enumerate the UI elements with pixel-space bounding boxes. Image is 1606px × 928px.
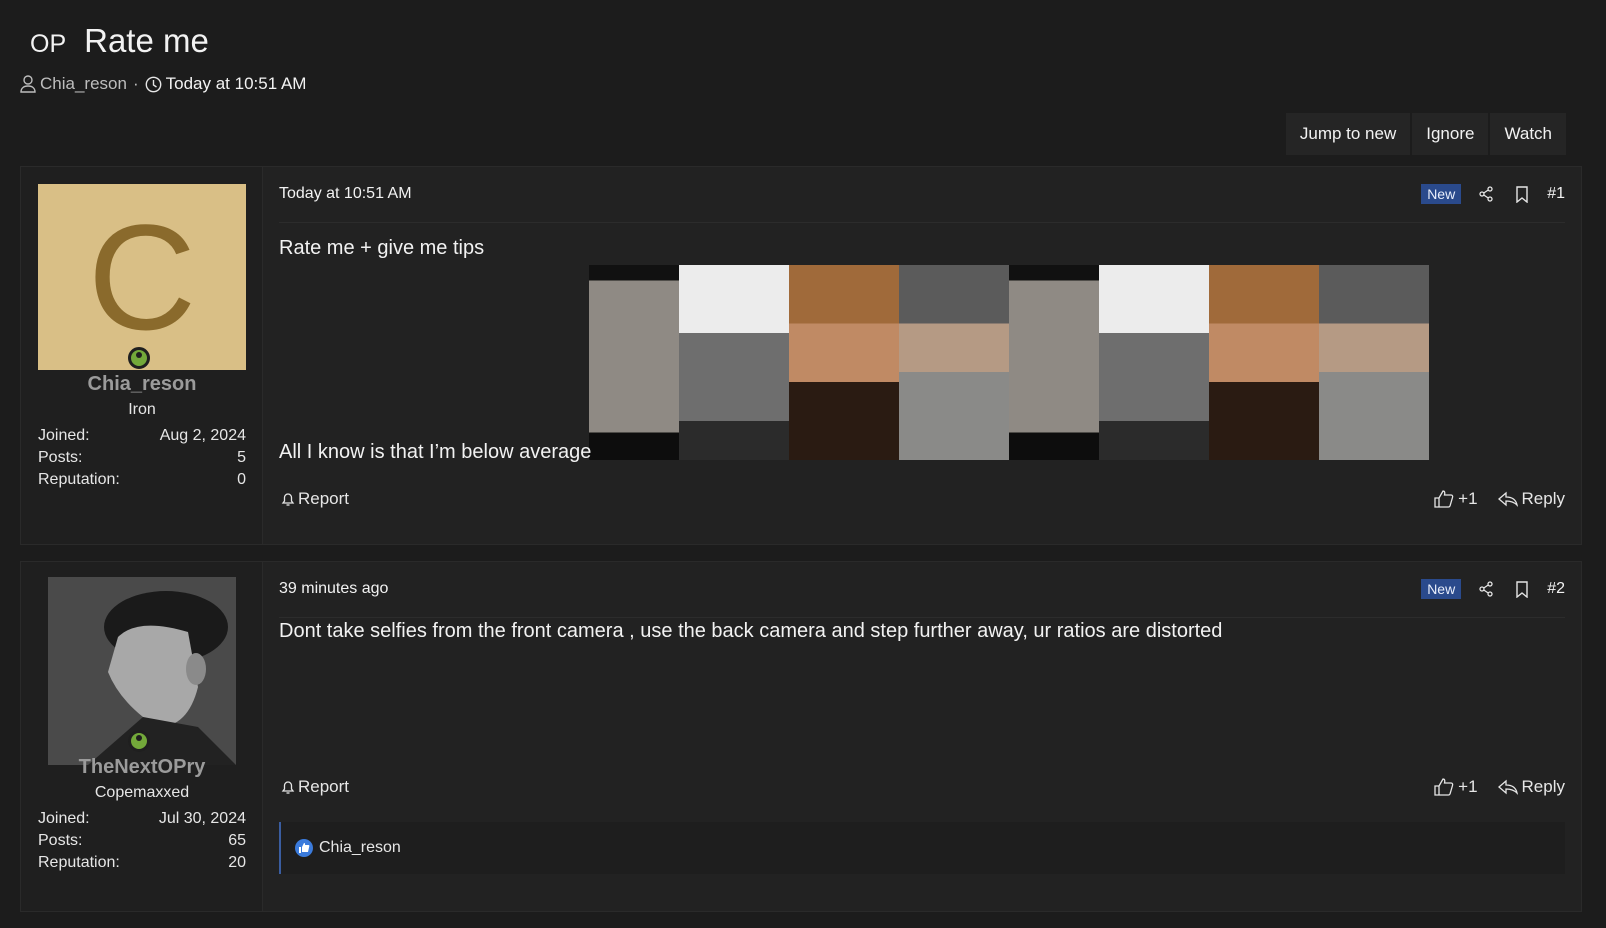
post-text-line-1: Rate me + give me tips: [279, 237, 485, 259]
stat-value: 0: [237, 471, 246, 488]
like-reaction-icon: [295, 839, 313, 857]
post-tools: New #1: [1421, 183, 1565, 205]
thread-prefix: OP: [30, 30, 67, 58]
post-footer-actions: +1 Reply: [1434, 489, 1565, 509]
like-count: +1: [1458, 777, 1478, 796]
post-main: 39 minutes ago New #2 Dont take selfies …: [263, 562, 1581, 911]
ignore-button[interactable]: Ignore: [1412, 113, 1489, 155]
post-image[interactable]: [589, 265, 679, 460]
stat-label: Joined:: [38, 427, 90, 444]
stat-label: Reputation:: [38, 854, 120, 871]
post-user-info: C Chia_reson Iron Joined: Aug 2, 2024 Po…: [21, 167, 263, 544]
post-image-strip[interactable]: [589, 265, 1429, 460]
thread-date[interactable]: Today at 10:51 AM: [166, 74, 307, 94]
stat-value: 65: [228, 832, 246, 849]
reply-label: Reply: [1521, 489, 1565, 508]
stat-label: Reputation:: [38, 471, 120, 488]
thread-author-link[interactable]: Chia_reson: [40, 74, 127, 94]
post-user-info: TheNextOPry Copemaxxed Joined: Jul 30, 2…: [21, 562, 263, 911]
user-stats: Joined: Jul 30, 2024 Posts: 65 Reputatio…: [38, 810, 246, 876]
stat-label: Posts:: [38, 449, 83, 466]
post-header: Today at 10:51 AM New #1: [279, 179, 1565, 223]
clock-icon: [145, 76, 162, 93]
reply-button[interactable]: Reply: [1497, 777, 1565, 797]
meta-separator: ·: [132, 74, 139, 93]
reply-icon: [1497, 779, 1518, 795]
stat-joined: Joined: Aug 2, 2024: [38, 427, 246, 449]
post-image[interactable]: [1319, 265, 1429, 460]
stat-posts: Posts: 65: [38, 832, 246, 854]
thumbs-up-icon: [1434, 778, 1454, 796]
stat-label: Posts:: [38, 832, 83, 849]
stat-value: Aug 2, 2024: [159, 427, 246, 444]
reactions-bar: Chia_reson: [279, 822, 1565, 874]
post-number-link[interactable]: #2: [1547, 580, 1565, 598]
post-2: TheNextOPry Copemaxxed Joined: Jul 30, 2…: [20, 561, 1582, 912]
stat-reputation: Reputation: 0: [38, 471, 246, 493]
post-date[interactable]: 39 minutes ago: [279, 580, 388, 598]
stat-posts: Posts: 5: [38, 449, 246, 471]
online-status-icon: [128, 347, 150, 369]
stat-value: 20: [228, 854, 246, 871]
reply-button[interactable]: Reply: [1497, 489, 1565, 509]
bell-icon: [281, 779, 295, 795]
thread-title-row: OP Rate me: [30, 22, 209, 60]
thread-meta: Chia_reson · Today at 10:51 AM: [20, 74, 306, 94]
page-title: Rate me: [84, 22, 209, 59]
post-date[interactable]: Today at 10:51 AM: [279, 185, 412, 203]
stat-joined: Joined: Jul 30, 2024: [38, 810, 246, 832]
post-image[interactable]: [1009, 265, 1099, 460]
reply-label: Reply: [1521, 777, 1565, 796]
post-number-link[interactable]: #1: [1547, 185, 1565, 203]
post-image[interactable]: [899, 265, 1009, 460]
thread-actions: Jump to new Ignore Watch: [1285, 113, 1566, 155]
thumbs-up-icon: [1434, 490, 1454, 508]
post-footer: Report +1 Reply: [279, 775, 1565, 805]
post-main: Today at 10:51 AM New #1 Rate me + give …: [263, 167, 1581, 544]
stat-value: Jul 30, 2024: [158, 810, 246, 827]
post-text-line-2: All I know is that I’m below average: [279, 441, 592, 463]
post-footer-actions: +1 Reply: [1434, 777, 1565, 797]
avatar[interactable]: C: [38, 184, 246, 370]
watch-button[interactable]: Watch: [1490, 113, 1566, 155]
new-badge: New: [1421, 184, 1462, 204]
stat-label: Joined:: [38, 810, 90, 827]
post-footer: Report +1 Reply: [279, 487, 1565, 517]
post-1: C Chia_reson Iron Joined: Aug 2, 2024 Po…: [20, 166, 1582, 545]
post-image[interactable]: [1099, 265, 1209, 460]
jump-to-new-button[interactable]: Jump to new: [1285, 113, 1411, 155]
bell-icon: [281, 491, 295, 507]
stat-reputation: Reputation: 20: [38, 854, 246, 876]
user-title: Iron: [128, 401, 156, 418]
like-count: +1: [1458, 489, 1478, 508]
new-badge: New: [1421, 579, 1462, 599]
post-image[interactable]: [789, 265, 899, 460]
like-button[interactable]: +1: [1434, 489, 1478, 509]
like-button[interactable]: +1: [1434, 777, 1478, 797]
stat-value: 5: [237, 449, 246, 466]
report-label: Report: [298, 777, 350, 796]
report-button[interactable]: Report: [281, 777, 349, 797]
user-icon: [20, 75, 36, 93]
liked-by-user[interactable]: Chia_reson: [319, 839, 401, 857]
share-icon[interactable]: [1475, 183, 1497, 205]
post-username[interactable]: Chia_reson: [21, 373, 263, 396]
post-image[interactable]: [679, 265, 789, 460]
report-button[interactable]: Report: [281, 489, 349, 509]
online-status-icon: [128, 730, 150, 752]
share-icon[interactable]: [1475, 578, 1497, 600]
post-tools: New #2: [1421, 578, 1565, 600]
post-username[interactable]: TheNextOPry: [21, 756, 263, 779]
post-text: Dont take selfies from the front camera …: [279, 620, 1223, 642]
post-header: 39 minutes ago New #2: [279, 574, 1565, 618]
bookmark-icon[interactable]: [1511, 578, 1533, 600]
post-image[interactable]: [1209, 265, 1319, 460]
reply-icon: [1497, 491, 1518, 507]
report-label: Report: [298, 489, 350, 508]
bookmark-icon[interactable]: [1511, 183, 1533, 205]
user-title: Copemaxxed: [94, 784, 190, 801]
user-stats: Joined: Aug 2, 2024 Posts: 5 Reputation:…: [38, 427, 246, 493]
